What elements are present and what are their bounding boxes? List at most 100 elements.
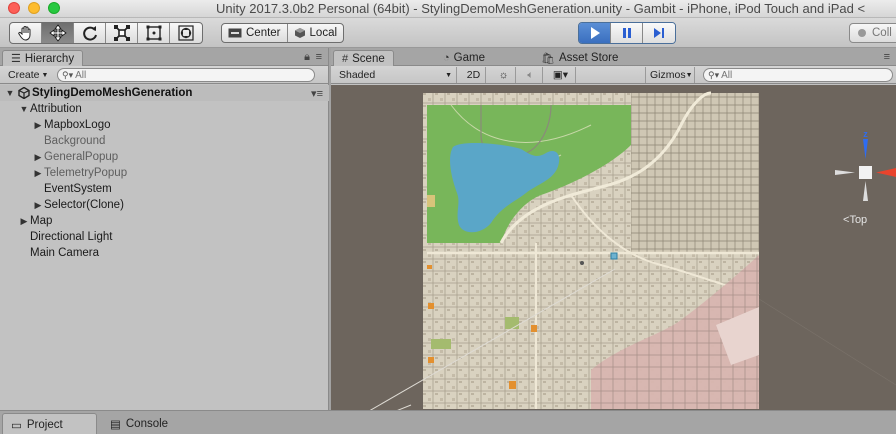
move-tool-button[interactable] (42, 23, 74, 43)
z-axis-label: z (863, 129, 868, 139)
pivot-local-button[interactable]: Local (288, 24, 343, 42)
hand-tool-button[interactable] (10, 23, 42, 43)
hierarchy-item-label: Map (30, 215, 53, 227)
rect-tool-button[interactable] (138, 23, 170, 43)
orientation-text: Top (849, 214, 868, 226)
scene-tabstrip: # Scene ◔ Game 🛍︎ Asset Store ≡ (331, 48, 896, 66)
pause-icon (622, 28, 631, 38)
collapse-arrow-icon[interactable]: ▶ (32, 152, 44, 163)
hierarchy-item[interactable]: Main Camera (0, 245, 329, 261)
maximize-window-button[interactable] (48, 2, 60, 14)
step-icon (654, 28, 664, 38)
combined-transform-icon (178, 25, 194, 41)
window-title-bar: Unity 2017.3.0b2 Personal (64bit) - Styl… (0, 0, 896, 18)
toggle-2d-label: 2D (466, 69, 481, 81)
tab-game[interactable]: ◔ Game (435, 50, 493, 66)
scene-name: StylingDemoMeshGeneration (32, 87, 193, 99)
expand-arrow-icon[interactable]: ▼ (4, 88, 16, 98)
play-button[interactable] (579, 23, 611, 43)
tab-game-label: Game (453, 52, 485, 64)
scene-panel-menu-icon[interactable]: ≡ (884, 51, 890, 63)
expand-arrow-icon[interactable]: ▼ (18, 104, 30, 114)
scene-menu-icon[interactable]: ▾≡ (311, 87, 323, 100)
tab-scene-label: Scene (352, 52, 385, 65)
toggle-2d-button[interactable]: 2D (462, 67, 486, 83)
dropdown-arrow-icon: ▼ (445, 71, 452, 79)
collapse-arrow-icon[interactable]: ▶ (32, 168, 44, 179)
pacman-icon: ◔ (443, 52, 450, 64)
unity-logo-icon (18, 87, 30, 99)
pause-button[interactable] (611, 23, 643, 43)
collab-button[interactable]: Coll (849, 23, 896, 43)
transform-tool-button[interactable] (170, 23, 202, 43)
tab-asset-store[interactable]: 🛍︎ Asset Store (533, 50, 626, 66)
hierarchy-item[interactable]: EventSystem (0, 181, 329, 197)
rotate-icon (82, 26, 97, 41)
gizmos-label: Gizmos (650, 69, 686, 81)
hierarchy-item[interactable]: ▶ Selector(Clone) (0, 197, 329, 213)
pivot-center-button[interactable]: Center (222, 24, 288, 42)
tab-project[interactable]: ▭ Project (2, 413, 97, 434)
panel-menu-icon[interactable]: ≡ (316, 51, 322, 63)
console-icon: ▤ (110, 419, 121, 431)
local-space-icon (294, 28, 305, 38)
x-axis-arrow-icon[interactable] (876, 168, 896, 177)
z-axis-arrow-icon[interactable] (863, 139, 868, 159)
hierarchy-item[interactable]: ▶ Map (0, 213, 329, 229)
view-orientation-label[interactable]: <Top (843, 214, 867, 226)
neg-x-axis-arrow-icon[interactable] (835, 170, 855, 175)
hierarchy-item-label: GeneralPopup (44, 151, 119, 163)
dropdown-arrow-icon: ▼ (685, 71, 693, 79)
scene-search[interactable]: ⚲▾ (703, 68, 893, 82)
scene-viewport[interactable]: z <Top (331, 85, 896, 410)
tab-hierarchy-label: Hierarchy (24, 52, 75, 65)
hierarchy-item[interactable]: ▶ GeneralPopup (0, 149, 329, 165)
tab-hierarchy[interactable]: ☰ Hierarchy (2, 50, 84, 66)
play-icon (590, 27, 600, 39)
lock-icon[interactable]: 🔒︎ (304, 51, 310, 64)
hierarchy-search-input[interactable] (75, 69, 314, 81)
tab-project-label: Project (26, 418, 63, 431)
transform-tools (9, 22, 203, 44)
minimize-window-button[interactable] (28, 2, 40, 14)
playback-controls (578, 22, 676, 44)
scene-toolbar: Shaded ▼ 2D ☼ 🔈︎ ▣▾ Gizmos ▼ ⚲▾ (331, 66, 896, 84)
step-button[interactable] (643, 23, 675, 43)
create-dropdown[interactable]: Create ▼ (4, 68, 52, 82)
gizmos-dropdown[interactable]: Gizmos ▼ (645, 67, 695, 83)
scene-effects-dropdown[interactable]: ▣▾ (546, 67, 576, 83)
scene-search-input[interactable] (721, 69, 892, 81)
scene-audio-button[interactable]: 🔈︎ (519, 67, 543, 83)
shading-mode-label: Shaded (339, 69, 376, 81)
tab-scene[interactable]: # Scene (333, 50, 394, 66)
shading-mode-dropdown[interactable]: Shaded ▼ (335, 67, 457, 83)
sun-icon: ☼ (498, 69, 509, 81)
collapse-arrow-icon[interactable]: ▶ (32, 200, 44, 211)
hierarchy-item-label: Main Camera (30, 247, 100, 259)
hierarchy-item-label: Background (44, 135, 106, 147)
hierarchy-search[interactable]: ⚲▾ (57, 68, 315, 82)
scene-root[interactable]: ▼ StylingDemoMeshGeneration ▾≡ (0, 85, 329, 101)
tab-asset-store-label: Asset Store (558, 52, 619, 64)
view-cube-center-icon[interactable] (859, 166, 872, 179)
store-icon: 🛍︎ (541, 52, 555, 65)
hierarchy-item[interactable]: Directional Light (0, 229, 329, 245)
speaker-icon: 🔈︎ (527, 68, 534, 81)
hand-icon (17, 26, 30, 41)
tab-console[interactable]: ▤ Console (102, 413, 176, 434)
hierarchy-item[interactable]: Background (0, 133, 329, 149)
close-window-button[interactable] (8, 2, 20, 14)
hierarchy-item[interactable]: ▶ TelemetryPopup (0, 165, 329, 181)
map-tile[interactable] (331, 85, 896, 410)
scene-lighting-button[interactable]: ☼ (492, 67, 516, 83)
rotate-tool-button[interactable] (74, 23, 106, 43)
hierarchy-item[interactable]: ▼ Attribution (0, 101, 329, 117)
dropdown-arrow-icon: ▼ (41, 71, 49, 79)
collapse-arrow-icon[interactable]: ▶ (32, 120, 44, 131)
rect-transform-icon (146, 25, 161, 41)
collapse-arrow-icon[interactable]: ▶ (18, 216, 30, 227)
neg-z-axis-arrow-icon[interactable] (863, 181, 868, 201)
scene-orientation-gizmo[interactable]: z (831, 129, 896, 209)
hierarchy-item[interactable]: ▶ MapboxLogo (0, 117, 329, 133)
scale-tool-button[interactable] (106, 23, 138, 43)
